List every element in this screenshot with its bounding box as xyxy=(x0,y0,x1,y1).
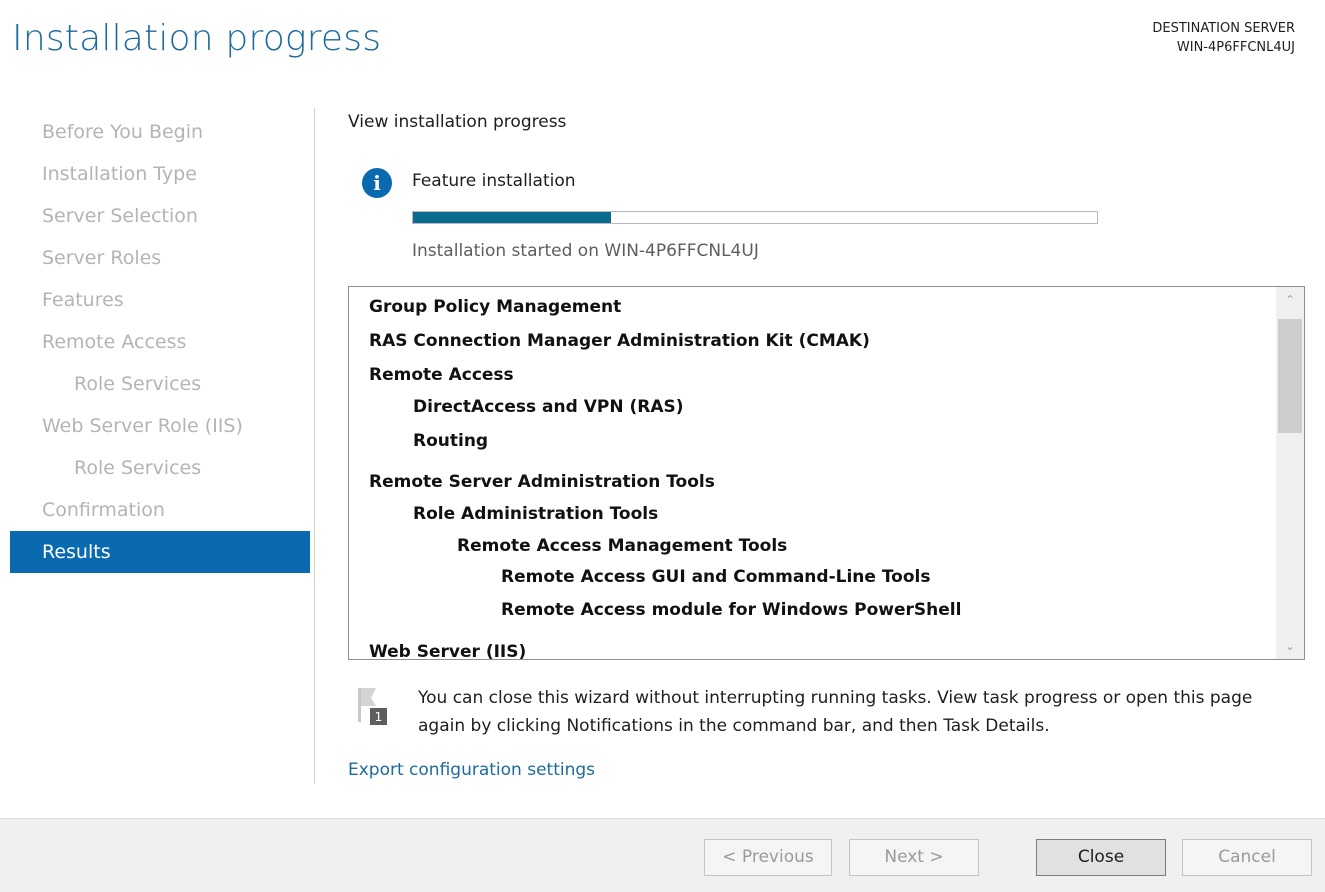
feature-list-item: Remote Access module for Windows PowerSh… xyxy=(501,600,962,620)
destination-label: DESTINATION SERVER xyxy=(1152,21,1295,36)
feature-list-item: Web Server (IIS) xyxy=(369,642,527,659)
scroll-thumb[interactable] xyxy=(1278,319,1302,433)
wizard-footer: < Previous Next > Close Cancel xyxy=(0,818,1325,892)
feature-list-item: Group Policy Management xyxy=(369,297,622,317)
notification-count: 1 xyxy=(375,710,383,724)
installation-progress-bar xyxy=(412,211,1098,224)
next-button[interactable]: Next > xyxy=(849,839,979,876)
nav-divider xyxy=(314,108,315,784)
feature-list-item: Remote Access GUI and Command-Line Tools xyxy=(501,567,931,587)
cancel-button[interactable]: Cancel xyxy=(1182,839,1312,876)
scroll-up-icon[interactable]: ⌃ xyxy=(1276,289,1304,311)
nav-item[interactable]: Server Roles xyxy=(10,237,310,279)
feature-list-item: Remote Access Management Tools xyxy=(457,536,788,556)
nav-item[interactable]: Role Services xyxy=(10,363,310,405)
feature-installation-label: Feature installation xyxy=(412,171,576,191)
nav-item[interactable]: Server Selection xyxy=(10,195,310,237)
export-configuration-link[interactable]: Export configuration settings xyxy=(348,760,595,780)
close-button[interactable]: Close xyxy=(1036,839,1166,876)
feature-list-item: Role Administration Tools xyxy=(413,504,659,524)
feature-list-item: DirectAccess and VPN (RAS) xyxy=(413,397,684,417)
destination-server: DESTINATION SERVER WIN-4P6FFCNL4UJ xyxy=(1152,19,1295,57)
progress-fill xyxy=(413,212,612,223)
feature-list-item: Remote Server Administration Tools xyxy=(369,472,715,492)
destination-server-name: WIN-4P6FFCNL4UJ xyxy=(1176,40,1295,55)
nav-item[interactable]: Installation Type xyxy=(10,153,310,195)
close-wizard-notice: You can close this wizard without interr… xyxy=(418,688,1253,736)
section-title: View installation progress xyxy=(348,112,567,132)
nav-item[interactable]: Results xyxy=(10,531,310,573)
scroll-down-icon[interactable]: ⌄ xyxy=(1276,635,1304,657)
info-icon: i xyxy=(362,168,392,198)
feature-list-scrollbar[interactable]: ⌃ ⌄ xyxy=(1276,287,1304,659)
installation-started-text: Installation started on WIN-4P6FFCNL4UJ xyxy=(412,241,759,261)
notification-flag-icon: 1 xyxy=(358,688,387,725)
nav-item[interactable]: Before You Begin xyxy=(10,111,310,153)
feature-list-item: RAS Connection Manager Administration Ki… xyxy=(369,331,870,351)
feature-list[interactable]: Group Policy Management RAS Connection Ma… xyxy=(348,286,1305,660)
feature-list-content: Group Policy Management RAS Connection Ma… xyxy=(349,287,1276,659)
feature-list-item: Remote Access xyxy=(369,365,514,385)
nav-item[interactable]: Web Server Role (IIS) xyxy=(10,405,310,447)
nav-item[interactable]: Role Services xyxy=(10,447,310,489)
nav-item[interactable]: Features xyxy=(10,279,310,321)
nav-item[interactable]: Remote Access xyxy=(10,321,310,363)
nav-item[interactable]: Confirmation xyxy=(10,489,310,531)
page-title: Installation progress xyxy=(12,18,382,59)
previous-button[interactable]: < Previous xyxy=(704,839,832,876)
feature-list-item: Routing xyxy=(413,431,489,451)
wizard-nav: Before You Begin Installation Type Server … xyxy=(10,111,310,573)
